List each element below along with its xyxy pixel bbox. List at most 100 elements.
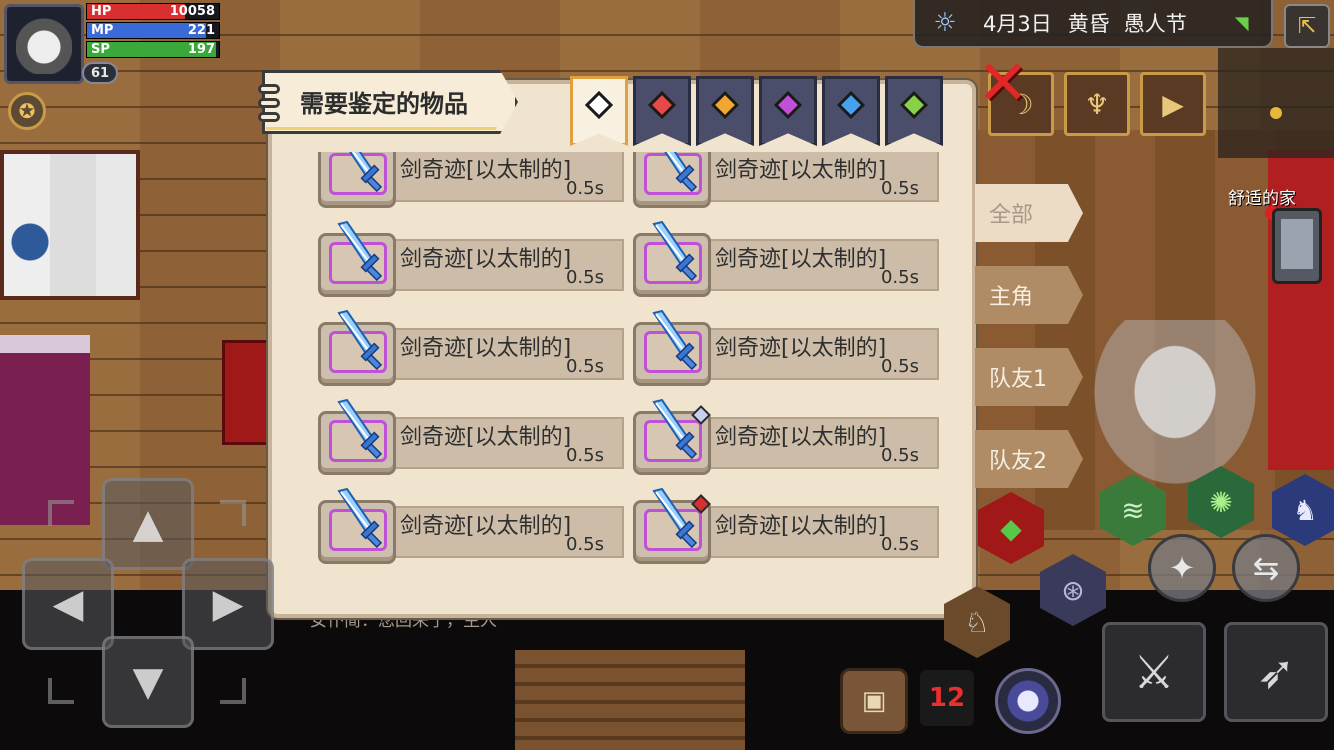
folding-screen: [0, 150, 140, 300]
guild-emblem-icon[interactable]: ♆: [1064, 72, 1130, 136]
item-name: 剑奇迹[以太制的]: [715, 158, 887, 183]
location-label: 舒适的家: [1228, 189, 1296, 209]
item-icon-frame: [633, 220, 711, 297]
dpad-corner-icon: [48, 500, 74, 526]
item-icon-frame: [318, 220, 396, 297]
avatar-portrait: [16, 14, 72, 74]
filter-tab-3[interactable]: 队友2: [975, 430, 1083, 488]
dpad-up-button[interactable]: ▲: [102, 478, 194, 570]
item-slot[interactable]: 剑奇迹[以太制的] 0.5s: [318, 487, 626, 564]
item-identify-time: 0.5s: [880, 267, 919, 288]
item-identify-time: 0.5s: [565, 356, 604, 377]
mp-bar: MP 221: [86, 22, 220, 39]
wave-painting: [10, 194, 50, 274]
weapon-swap-button[interactable]: 12: [920, 670, 974, 726]
hp-value: 10058: [169, 4, 215, 19]
gem-green-icon: [899, 90, 929, 120]
item-name: 剑奇迹[以太制的]: [400, 514, 572, 539]
item-slot[interactable]: 剑奇迹[以太制的] 0.5s: [318, 398, 626, 475]
phone-icon[interactable]: [1272, 208, 1322, 284]
gem-purple-icon: [773, 90, 803, 120]
gem-all-icon: [584, 90, 614, 120]
item-identify-time: 0.5s: [565, 445, 604, 466]
winged-character-sprite: [1080, 320, 1270, 500]
binder-ring-icon: [258, 84, 280, 94]
filter-tab-label: 全部: [989, 203, 1034, 228]
sun-icon: ☼: [933, 8, 957, 38]
item-identify-time: 0.5s: [880, 445, 919, 466]
exit-menu-icon[interactable]: ⇱: [1284, 4, 1330, 48]
red-chair: [222, 340, 272, 445]
item-name: 剑奇迹[以太制的]: [400, 425, 572, 450]
item-icon-frame: [633, 398, 711, 475]
filter-tab-label: 主角: [989, 285, 1034, 310]
item-slot[interactable]: 剑奇迹[以太制的] 0.5s: [633, 152, 941, 208]
item-identify-time: 0.5s: [565, 267, 604, 288]
sp-value: 197: [187, 42, 215, 57]
filter-tab-label: 队友1: [989, 367, 1047, 392]
item-icon-frame: [318, 487, 396, 564]
swap-target-icon[interactable]: ⇆: [1232, 534, 1300, 602]
panel-title: 需要鉴定的物品: [300, 90, 468, 118]
item-slot[interactable]: 剑奇迹[以太制的] 0.5s: [318, 152, 626, 208]
item-icon-frame: [318, 398, 396, 475]
item-identify-time: 0.5s: [565, 534, 604, 555]
item-icon-frame: [633, 487, 711, 564]
item-slot[interactable]: 剑奇迹[以太制的] 0.5s: [633, 487, 941, 564]
filter-tab-2[interactable]: 队友1: [975, 348, 1083, 406]
backpack-icon[interactable]: ▣: [840, 668, 908, 734]
date-info-bar: ☼ 4月3日 黄昏 愚人节 ◥: [913, 0, 1273, 48]
filter-tab-1[interactable]: 主角: [975, 266, 1083, 324]
dpad-left-button[interactable]: ◀: [22, 558, 114, 650]
stairs: [515, 650, 745, 750]
filter-tab-0[interactable]: 全部: [975, 184, 1083, 242]
item-grid[interactable]: 剑奇迹[以太制的] 0.5s 剑奇迹[以太制的] 0.5s 剑奇迹[以太制的] 0.5s 剑…: [300, 152, 950, 582]
item-name: 剑奇迹[以太制的]: [715, 336, 887, 361]
item-identify-time: 0.5s: [880, 534, 919, 555]
sp-bar: SP 197: [86, 41, 220, 58]
minimap[interactable]: [1218, 48, 1334, 158]
item-name: 剑奇迹[以太制的]: [400, 336, 572, 361]
item-slot[interactable]: 剑奇迹[以太制的] 0.5s: [633, 220, 941, 297]
item-slot[interactable]: 剑奇迹[以太制的] 0.5s: [633, 398, 941, 475]
item-identify-time: 0.5s: [565, 178, 604, 199]
hp-label: HP: [91, 4, 112, 19]
item-name: 剑奇迹[以太制的]: [715, 247, 887, 272]
item-icon-frame: [318, 152, 396, 208]
sp-label: SP: [91, 42, 110, 57]
item-slot[interactable]: 剑奇迹[以太制的] 0.5s: [633, 309, 941, 386]
play-icon[interactable]: ▶: [1140, 72, 1206, 136]
mp-value: 221: [187, 23, 215, 38]
wifi-icon: ◥: [1234, 12, 1249, 34]
binder-ring-icon: [258, 112, 280, 122]
item-name: 剑奇迹[以太制的]: [400, 247, 572, 272]
portal-icon[interactable]: [995, 668, 1061, 734]
dpad-down-button[interactable]: ▼: [102, 636, 194, 728]
filter-tab-label: 队友2: [989, 449, 1047, 474]
bed: [0, 335, 90, 525]
player-avatar[interactable]: [4, 4, 84, 84]
minimap-player-dot: [1270, 107, 1282, 119]
item-name: 剑奇迹[以太制的]: [715, 514, 887, 539]
festival-text: 愚人节: [1123, 12, 1187, 36]
dpad-right-button[interactable]: ▶: [182, 558, 274, 650]
dpad-corner-icon: [220, 678, 246, 704]
item-slot[interactable]: 剑奇迹[以太制的] 0.5s: [318, 309, 626, 386]
item-name: 剑奇迹[以太制的]: [400, 158, 572, 183]
item-icon-frame: [633, 309, 711, 386]
level-badge: 61: [82, 62, 118, 84]
gem-blue-icon: [836, 90, 866, 120]
item-slot[interactable]: 剑奇迹[以太制的] 0.5s: [318, 220, 626, 297]
mp-label: MP: [91, 23, 114, 38]
sword-attack-button[interactable]: ⚔: [1102, 622, 1206, 722]
dpad-corner-icon: [48, 678, 74, 704]
dpad-corner-icon: [220, 500, 246, 526]
bow-attack-button[interactable]: ➶: [1224, 622, 1328, 722]
buff-icon[interactable]: ✪: [8, 92, 46, 130]
close-icon[interactable]: ✕: [976, 52, 1030, 114]
item-name: 剑奇迹[以太制的]: [715, 425, 887, 450]
target-icon[interactable]: ✦: [1148, 534, 1216, 602]
binder-ring-icon: [258, 98, 280, 108]
time-of-day-text: 黄昏: [1067, 12, 1110, 36]
item-icon-frame: [633, 152, 711, 208]
